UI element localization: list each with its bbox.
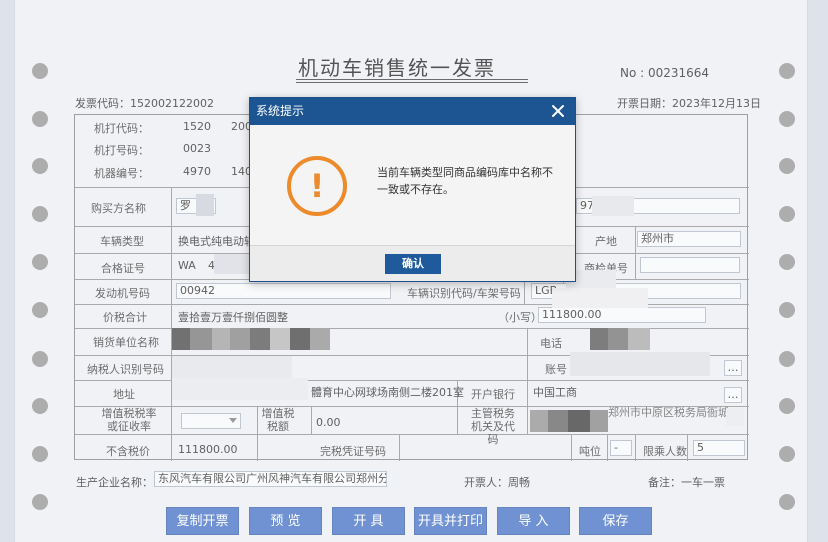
dialog-message: 当前车辆类型同商品编码库中名称不一致或不存在。: [377, 166, 553, 196]
warning-icon: !: [287, 156, 347, 216]
dialog-footer: 确认: [250, 245, 575, 281]
system-prompt-dialog: 系统提示 ! 当前车辆类型同商品编码库中名称不一致或不存在。 确认: [249, 97, 576, 282]
dialog-title: 系统提示: [256, 104, 305, 118]
confirm-button[interactable]: 确认: [385, 254, 441, 274]
close-icon[interactable]: [549, 102, 567, 120]
dialog-header: 系统提示: [250, 98, 575, 125]
